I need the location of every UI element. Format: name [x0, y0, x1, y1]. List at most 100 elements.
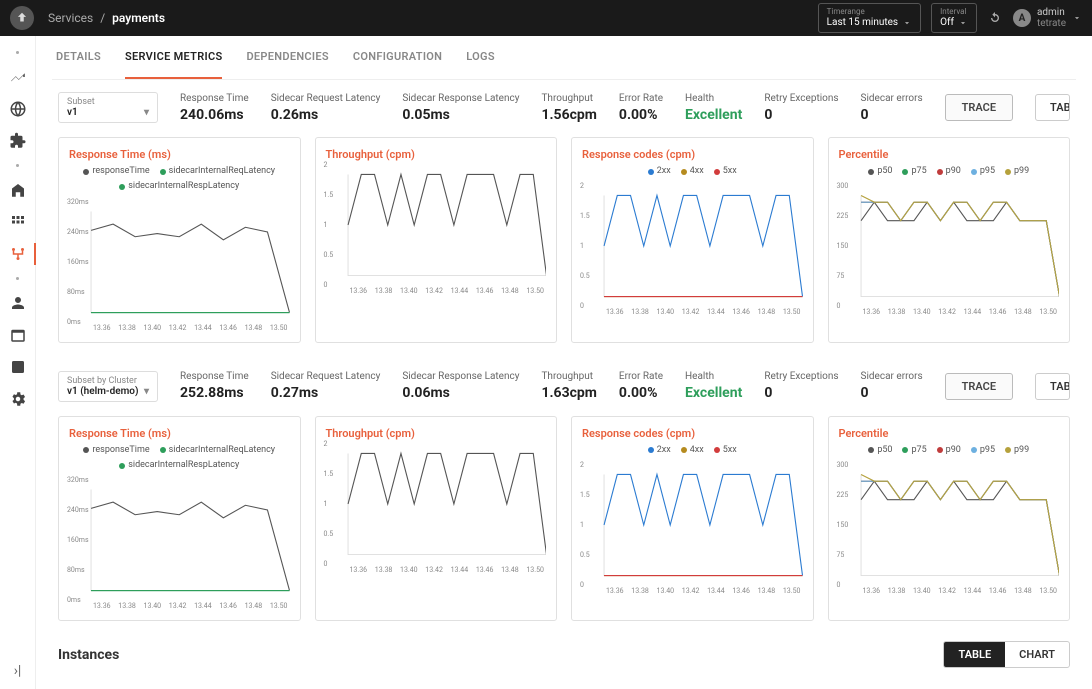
view-toggle-table[interactable]: TABLE — [1036, 95, 1070, 120]
metric-sidecar-errors: Sidecar errors0 — [861, 371, 923, 401]
chart-card-response-codes-cpm-: Response codes (cpm) 2xx4xx5xx 21.510.50 13… — [571, 137, 814, 343]
metric-sidecar-request-latency: Sidecar Request Latency0.26ms — [271, 93, 381, 123]
instances-title: Instances — [58, 647, 119, 663]
chart-xticks: 13.3613.3813.4013.4213.4413.4613.4813.50 — [69, 324, 290, 332]
sidebar-item-apps[interactable] — [9, 213, 27, 231]
user-menu[interactable]: A admin tetrate — [1013, 7, 1082, 29]
chart-legend: 2xx4xx5xx — [582, 165, 803, 180]
sidebar-item-users[interactable] — [9, 294, 27, 312]
sidebar-item-wasm[interactable] — [9, 358, 27, 376]
avatar: A — [1013, 9, 1031, 27]
breadcrumb-parent[interactable]: Services — [48, 11, 93, 25]
tab-dependencies[interactable]: DEPENDENCIES — [246, 36, 328, 79]
subset-selector[interactable]: Subset by Clusterv1 (helm-demo)▾ — [58, 371, 158, 402]
chart-area[interactable]: 300225150750 — [839, 465, 1060, 585]
trace-button[interactable]: TRACE — [945, 373, 1013, 400]
breadcrumb: Services / payments — [48, 11, 165, 25]
column-header[interactable]: Sidecar Response Latency (ms) — [416, 678, 526, 689]
logo[interactable] — [10, 6, 34, 30]
chart-card-response-time-ms-: Response Time (ms) responseTimesidecarInt… — [58, 416, 301, 622]
column-header[interactable]: Error Rate (%) — [613, 678, 672, 689]
sidebar-item-global[interactable] — [9, 100, 27, 118]
column-header[interactable]: Response Time (ms) — [227, 678, 314, 689]
chart-title: Percentile — [839, 427, 1060, 440]
subset-selector[interactable]: Subsetv1▾ — [58, 92, 158, 123]
chart-legend: responseTimesidecarInternalReqLatencysid… — [69, 444, 290, 475]
charts-row: Response Time (ms) responseTimesidecarInt… — [58, 137, 1070, 343]
chart-card-percentile: Percentile p50p75p90p95p99 300225150750 13.… — [828, 416, 1071, 622]
tab-configuration[interactable]: CONFIGURATION — [353, 36, 442, 79]
chart-xticks: 13.3613.3813.4013.4213.4413.4613.4813.50 — [582, 308, 803, 316]
tab-logs[interactable]: LOGS — [466, 36, 495, 79]
chart-legend: p50p75p90p95p99 — [839, 444, 1060, 459]
sidebar-dot — [16, 277, 19, 280]
chart-area[interactable]: 300225150750 — [839, 186, 1060, 306]
sidebar-expand[interactable]: ›| — [14, 663, 22, 679]
chevron-down-icon — [958, 18, 968, 28]
sidebar-item-trend[interactable] — [9, 68, 27, 86]
tab-details[interactable]: DETAILS — [56, 36, 101, 79]
view-toggle: TABLECHART — [1035, 94, 1070, 121]
interval-picker[interactable]: Interval Off — [931, 3, 977, 33]
view-toggle-chart[interactable]: CHART — [1005, 642, 1069, 667]
sidebar-item-settings[interactable] — [9, 390, 27, 408]
metric-throughput: Throughput1.56cpm — [541, 93, 596, 123]
view-toggle-table[interactable]: TABLE — [1036, 374, 1070, 399]
chart-xticks: 13.3613.3813.4013.4213.4413.4613.4813.50 — [326, 287, 547, 295]
chart-area[interactable]: 21.510.50 — [582, 465, 803, 585]
chart-title: Response codes (cpm) — [582, 427, 803, 440]
trace-button[interactable]: TRACE — [945, 94, 1013, 121]
metric-health: HealthExcellent — [685, 371, 742, 401]
chart-xticks: 13.3613.3813.4013.4213.4413.4613.4813.50 — [839, 587, 1060, 595]
column-header[interactable]: P90 — [920, 678, 970, 689]
chart-title: Response Time (ms) — [69, 148, 290, 161]
sidebar-item-extension[interactable] — [9, 132, 27, 150]
metric-throughput: Throughput1.63cpm — [541, 371, 596, 401]
column-header[interactable]: Sidecar Request Latency (ms) — [314, 678, 416, 689]
chart-title: Throughput (cpm) — [326, 427, 547, 440]
tab-service-metrics[interactable]: SERVICE METRICS — [125, 36, 223, 79]
metric-error-rate: Error Rate0.00% — [619, 93, 663, 123]
topbar: Services / payments Timerange Last 15 mi… — [0, 0, 1092, 36]
chart-xticks: 13.3613.3813.4013.4213.4413.4613.4813.50 — [839, 308, 1060, 316]
refresh-icon[interactable] — [987, 10, 1003, 26]
view-toggle-table[interactable]: TABLE — [944, 642, 1005, 667]
sidebar-item-topology[interactable] — [9, 245, 27, 263]
column-header[interactable]: Throughput (cpm) — [526, 678, 613, 689]
chart-area[interactable]: 21.510.50 — [326, 165, 547, 285]
metric-health: HealthExcellent — [685, 93, 742, 123]
chart-card-percentile: Percentilep50p75p90p95p9930022515075013.… — [828, 137, 1071, 343]
breadcrumb-current: payments — [112, 11, 165, 25]
column-header[interactable]: P99 — [821, 678, 871, 689]
chart-legend: p50p75p90p95p99 — [839, 165, 1060, 180]
column-header[interactable]: Name — [58, 678, 179, 689]
chart-area[interactable]: 320ms240ms160ms80ms0ms — [69, 480, 290, 600]
metric-row: Subsetv1▾Response Time240.06msSidecar Re… — [52, 80, 1076, 131]
column-header[interactable]: Retry Exceptions — [672, 678, 754, 689]
chart-card-throughput-cpm-: Throughput (cpm)21.510.5013.3613.3813.40… — [315, 416, 558, 622]
chevron-down-icon — [902, 18, 912, 28]
chart-title: Response Time (ms) — [69, 427, 290, 440]
sidebar-item-org[interactable] — [9, 181, 27, 199]
metric-retry-exceptions: Retry Exceptions0 — [764, 93, 838, 123]
column-header[interactable]: P75 — [970, 678, 1020, 689]
sidebar: ›| — [0, 36, 36, 689]
chart-card-response-time-ms-: Response Time (ms) responseTimesidecarInt… — [58, 137, 301, 343]
metric-sidecar-errors: Sidecar errors0 — [861, 93, 923, 123]
column-header[interactable]: P95 — [871, 678, 921, 689]
column-header[interactable]: Sidecar Errors — [754, 678, 821, 689]
sidebar-dot — [16, 164, 19, 167]
column-header[interactable]: P50 — [1020, 678, 1070, 689]
chart-area[interactable]: 21.510.50 — [582, 186, 803, 306]
instances-table: NameHealthResponse Time (ms)Sidecar Requ… — [58, 678, 1070, 689]
chart-xticks: 13.3613.3813.4013.4213.4413.4613.4813.50 — [582, 587, 803, 595]
chart-title: Throughput (cpm) — [326, 148, 547, 161]
chart-title: Response codes (cpm) — [582, 148, 803, 161]
main-content: DETAILS SERVICE METRICS DEPENDENCIES CONFIG… — [36, 36, 1092, 689]
chart-area[interactable]: 21.510.50 — [326, 444, 547, 564]
chart-legend: responseTimesidecarInternalReqLatencysid… — [69, 165, 290, 196]
chart-area[interactable]: 320ms240ms160ms80ms0ms — [69, 202, 290, 322]
timerange-picker[interactable]: Timerange Last 15 minutes — [818, 3, 921, 33]
column-header[interactable]: Health — [179, 678, 227, 689]
sidebar-item-calendar[interactable] — [9, 326, 27, 344]
